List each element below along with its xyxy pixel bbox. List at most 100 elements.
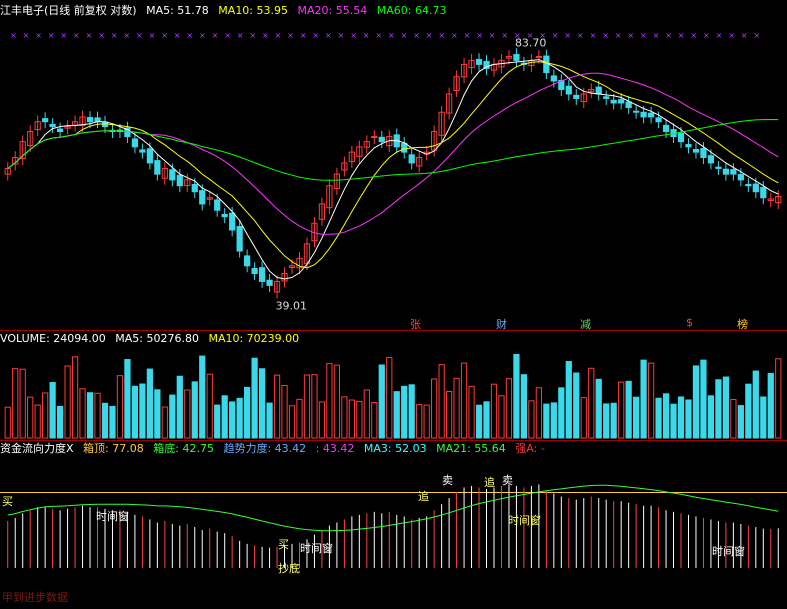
event-marker-ranking[interactable]: 榜	[737, 316, 748, 332]
volume-bar	[640, 359, 647, 439]
signal-label: 时间窗	[300, 541, 333, 555]
signal-dot: ×	[363, 31, 370, 40]
volume-bar	[520, 374, 528, 439]
volume-bar	[12, 368, 19, 439]
volume-bar	[236, 397, 243, 439]
ma3-label: MA3: 52.03	[363, 442, 427, 455]
signal-label: 卖	[502, 474, 513, 487]
ma21-label: MA21: 55.64	[436, 442, 506, 455]
candle-body	[640, 111, 647, 118]
indicator-legend: 资金流向力度X 箱顶: 77.08 箱底: 42.75 趋势力度: 43.42 …	[0, 442, 551, 456]
candle-body	[86, 117, 94, 123]
signal-dot: ×	[249, 31, 256, 40]
signal-label: 时间窗	[508, 513, 541, 527]
event-marker-finance[interactable]: 财	[496, 316, 507, 332]
volume-bar	[273, 374, 281, 439]
volume-bar	[184, 389, 191, 439]
volume-bar	[595, 378, 602, 439]
candle-body	[633, 110, 640, 113]
volume-bar	[760, 396, 767, 439]
signal-label: 时间窗	[96, 509, 129, 523]
volume-legend: VOLUME: 24094.00 MA5: 50276.80 MA10: 702…	[0, 332, 305, 346]
volume-bar	[573, 372, 580, 439]
signal-dot: ×	[98, 31, 105, 40]
signal-dot: ×	[312, 31, 319, 40]
event-marker-reduce[interactable]: 减	[580, 316, 591, 332]
candle-body	[573, 94, 580, 99]
ma60-label: MA60: 64.73	[376, 4, 447, 17]
candle-body	[618, 99, 625, 104]
volume-bar	[633, 396, 640, 439]
volume-bar	[356, 400, 363, 439]
candle-body	[625, 101, 632, 109]
volume-bar	[438, 364, 445, 439]
signal-dot: ×	[123, 31, 130, 40]
volume-bar	[266, 402, 273, 439]
signal-dot: ×	[388, 31, 395, 40]
volume-label: VOLUME: 24094.00	[0, 332, 106, 345]
volume-bar	[199, 355, 206, 439]
chart-canvas: × × × × × × × × × × × × × × × × × × × × × × × × × × × × × × × × × × × × × × × ×…	[0, 31, 787, 575]
signal-dot: ×	[653, 31, 660, 40]
volume-bar	[348, 399, 355, 439]
candle-body	[603, 96, 610, 99]
candle-body	[685, 144, 692, 148]
candle-body	[244, 255, 251, 267]
volume-bar	[588, 367, 595, 439]
candle-body	[49, 123, 56, 128]
volume-bar	[109, 405, 116, 439]
volume-bar	[662, 393, 670, 439]
volume-bar	[258, 368, 266, 439]
volume-bar	[221, 395, 228, 439]
volume-bar	[49, 382, 56, 439]
volume-bar	[124, 359, 131, 439]
ma20-line	[7, 72, 779, 235]
event-marker-limit-up[interactable]: 张	[410, 316, 421, 332]
candle-body	[647, 112, 655, 118]
signal-dot: ×	[640, 31, 647, 40]
volume-bar	[176, 375, 183, 439]
signal-dot: ×	[728, 31, 735, 40]
signal-dot: ×	[741, 31, 748, 40]
signal-label: 追	[418, 489, 429, 503]
signal-dot: ×	[716, 31, 723, 40]
volume-bar	[707, 395, 715, 439]
signal-label: 卖	[442, 474, 453, 487]
volume-bar	[752, 370, 759, 439]
volume-bar	[281, 384, 288, 439]
signal-dot: ×	[678, 31, 685, 40]
signal-dot: ×	[577, 31, 584, 40]
volume-bar	[27, 396, 34, 439]
volume-bar	[139, 383, 146, 439]
ma20-label: MA20: 55.54	[297, 4, 368, 17]
volume-bar	[670, 403, 677, 439]
volume-bar	[505, 378, 513, 439]
volume-bar	[730, 399, 737, 439]
volume-bar	[475, 404, 483, 439]
volume-bar	[700, 359, 707, 439]
event-marker-dividend[interactable]: $	[686, 316, 693, 329]
candle-body	[378, 136, 385, 143]
signal-dot: ×	[413, 31, 420, 40]
ma60-line	[7, 118, 779, 181]
signal-dot: ×	[224, 31, 231, 40]
volume-bars	[4, 354, 782, 439]
volume-bar	[401, 385, 408, 439]
candle-body	[154, 160, 161, 175]
signal-dot: ×	[426, 31, 433, 40]
volume-bar	[161, 406, 168, 439]
candlestick-series	[4, 48, 782, 299]
volume-bar	[288, 405, 296, 439]
volume-ma5-label: MA5: 50276.80	[115, 332, 199, 345]
candle-body	[700, 148, 707, 158]
ma5-label: MA5: 51.78	[146, 4, 209, 17]
volume-bar	[618, 381, 625, 439]
signal-dot: ×	[161, 31, 168, 40]
volume-bar	[528, 400, 535, 439]
high-price-label: 83.70	[515, 36, 547, 49]
watermark: 甲到进步数据	[2, 591, 68, 604]
signal-dot: ×	[186, 31, 193, 40]
volume-bar	[715, 379, 722, 439]
signal-dot: ×	[237, 31, 244, 40]
volume-bar	[56, 405, 64, 439]
